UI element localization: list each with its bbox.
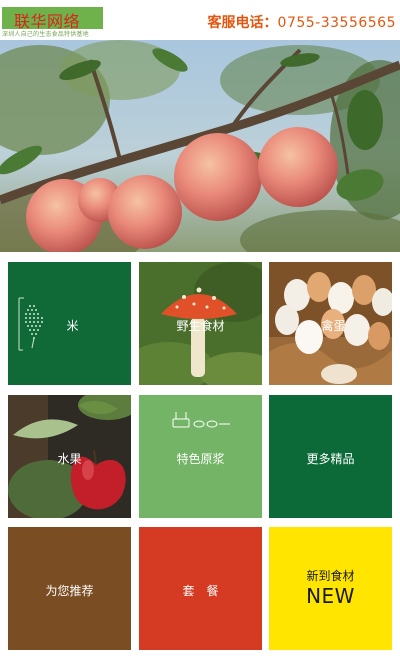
tile-recommended[interactable]: 为您推荐: [8, 527, 131, 650]
tile-new-arrivals[interactable]: 新到食材 NEW: [269, 527, 392, 650]
apple-tree-image: [0, 40, 400, 252]
tile-label: 野生食材: [176, 319, 225, 333]
logo-subtitle: 深圳人自己的生态食品特供基地: [2, 31, 89, 38]
tile-set-meals[interactable]: 套 餐: [139, 527, 262, 650]
tile-wild-food[interactable]: 野生食材: [139, 262, 262, 385]
tile-more-products[interactable]: 更多精品: [269, 395, 392, 518]
hotline-number: 0755-33556565: [277, 15, 396, 31]
tile-fruit[interactable]: 水果: [8, 395, 131, 518]
tile-eggs[interactable]: 禽蛋: [269, 262, 392, 385]
tile-label: 禽蛋: [321, 319, 346, 333]
tile-label: 新到食材: [306, 569, 355, 583]
site-logo[interactable]: 联华网络 深圳人自己的生态食品特供基地: [2, 7, 103, 38]
new-badge: NEW: [306, 584, 355, 608]
tile-label: 米: [66, 319, 79, 333]
customer-service-hotline[interactable]: 客服电话：0755-33556565: [208, 12, 396, 32]
tile-label: 套 餐: [182, 584, 219, 598]
tile-label: 特色原浆: [176, 452, 225, 466]
site-header: 联华网络 深圳人自己的生态食品特供基地 客服电话：0755-33556565: [0, 0, 400, 40]
hotline-label: 客服电话：: [207, 15, 278, 31]
tile-label: 水果: [57, 452, 82, 466]
tile-special-pulp[interactable]: 特色原浆: [139, 395, 262, 518]
tile-label: 更多精品: [306, 452, 355, 466]
hero-banner-apples[interactable]: [0, 40, 400, 252]
tile-label: 为您推荐: [45, 584, 94, 598]
tile-rice[interactable]: 米: [8, 262, 131, 385]
